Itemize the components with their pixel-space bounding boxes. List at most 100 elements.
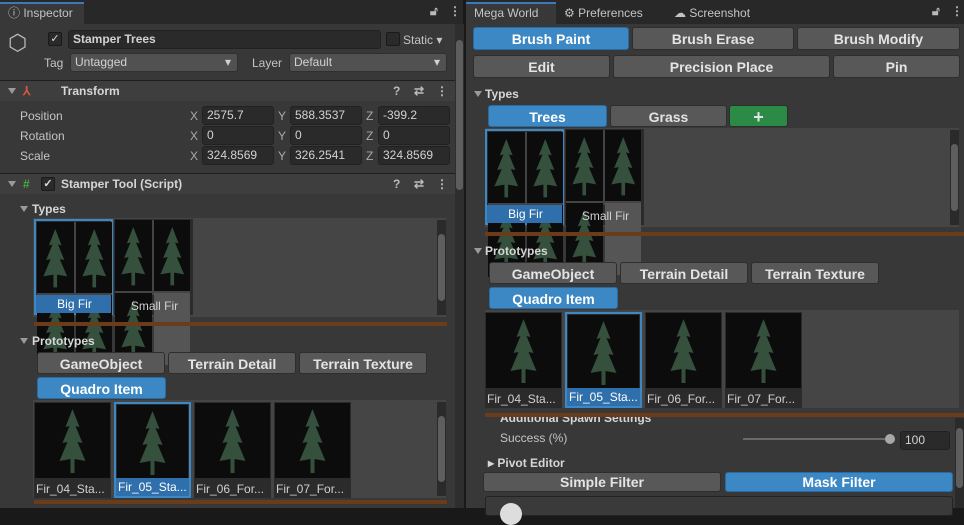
prototype-tab[interactable]: Quadro Item — [489, 287, 618, 309]
types-scrollbar[interactable] — [950, 130, 959, 225]
tag-dropdown[interactable]: Untagged ▾ — [70, 53, 238, 72]
transform-y-input[interactable]: 0 — [290, 126, 362, 145]
axis-label-x: X — [190, 129, 199, 143]
prototype-tab[interactable]: GameObject — [37, 352, 165, 374]
transform-y-input[interactable]: 326.2541 — [290, 146, 362, 165]
prototype-name: Fir_07_For... — [276, 482, 345, 496]
axis-label-z: Z — [366, 129, 374, 143]
type-name: Small Fir — [581, 209, 630, 223]
active-checkbox[interactable]: ✓ — [48, 32, 62, 46]
add-type-button[interactable]: + — [729, 105, 788, 127]
type-thumbnail[interactable]: Small Fir — [565, 129, 644, 275]
type-preview-grid — [115, 220, 190, 365]
cloud-icon: ☁ — [674, 6, 690, 20]
tab-preferences[interactable]: ⚙ Preferences — [556, 2, 643, 24]
tab-screenshot[interactable]: ☁ Screenshot — [666, 2, 750, 24]
simple-filter-tab[interactable]: Simple Filter — [483, 472, 721, 492]
transform-x-input[interactable]: 2575.7 — [202, 106, 274, 125]
fir-tree-icon — [532, 138, 557, 198]
transform-x-input[interactable]: 324.8569 — [202, 146, 274, 165]
separator — [485, 232, 964, 236]
gameobject-cube-icon[interactable]: ⬡ — [8, 30, 27, 56]
megaworld-scrollbar[interactable] — [955, 418, 964, 508]
axis-label-y: Y — [278, 109, 287, 123]
prototype-tab[interactable]: Terrain Texture — [751, 262, 879, 284]
type-thumbnail[interactable]: Small Fir — [114, 219, 193, 365]
presets-icon[interactable]: ⇄ — [414, 174, 424, 194]
tag-label: Tag — [44, 56, 64, 70]
separator — [34, 322, 447, 326]
fir-tree-icon — [750, 319, 777, 383]
inspector-scrollbar[interactable] — [455, 24, 464, 508]
stamper-tool-header[interactable]: # ✓ Stamper Tool (Script) ? ⇄ ⋮ — [0, 173, 455, 194]
slider-knob[interactable] — [885, 434, 895, 444]
transform-x-input[interactable]: 0 — [202, 126, 274, 145]
script-enabled-checkbox[interactable]: ✓ — [41, 177, 55, 191]
prototype-tab[interactable]: Terrain Texture — [299, 352, 427, 374]
success-input[interactable]: 100 — [900, 431, 950, 450]
type-preview-grid — [488, 132, 563, 277]
prototypes-label: Prototypes — [32, 334, 95, 348]
mask-filter-tab[interactable]: Mask Filter — [725, 472, 953, 492]
transform-header[interactable]: ⅄ Transform ? ⇄ ⋮ — [0, 80, 455, 101]
more-icon[interactable]: ⋮ — [436, 174, 448, 194]
prototype-thumbnail[interactable]: Fir_05_Sta... — [114, 402, 191, 498]
prototype-thumbnail[interactable]: Fir_07_For... — [274, 402, 351, 498]
prototype-tab[interactable]: Terrain Detail — [620, 262, 748, 284]
prototype-tab[interactable]: GameObject — [489, 262, 617, 284]
success-slider[interactable] — [743, 434, 895, 444]
prototype-thumbnail[interactable]: Fir_06_For... — [645, 312, 722, 408]
tool-button[interactable]: Brush Modify — [797, 27, 960, 50]
object-name-input[interactable]: Stamper Trees — [68, 30, 381, 49]
more-icon[interactable]: ⋮ — [436, 81, 448, 101]
tool-button[interactable]: Edit — [473, 55, 610, 78]
prototype-thumbnail[interactable]: Fir_07_For... — [725, 312, 802, 408]
prototypes-label: Prototypes — [485, 244, 548, 258]
tool-button[interactable]: Pin — [833, 55, 960, 78]
type-tab-trees[interactable]: Trees — [488, 105, 607, 127]
tab-mega-world[interactable]: Mega World — [466, 2, 556, 24]
static-dropdown[interactable]: Static ▾ — [403, 33, 442, 47]
transform-y-input[interactable]: 588.3537 — [290, 106, 362, 125]
type-tab-grass[interactable]: Grass — [610, 105, 727, 127]
pivot-editor-foldout[interactable]: ▸ Pivot Editor — [488, 456, 565, 470]
prototype-thumbnail[interactable]: Fir_04_Sta... — [34, 402, 111, 498]
type-preview-grid — [37, 222, 112, 367]
prototype-preview — [646, 313, 721, 388]
type-thumbnail[interactable]: Big Fir — [34, 219, 113, 367]
lock-icon[interactable]: 🔓︎ — [932, 4, 940, 19]
prototype-thumbnail[interactable]: Fir_06_For... — [194, 402, 271, 498]
prototype-thumbnail[interactable]: Fir_04_Sta... — [485, 312, 562, 408]
prototype-thumbnail[interactable]: Fir_05_Sta... — [565, 312, 642, 408]
prototypes-scrollbar[interactable] — [437, 402, 446, 496]
tool-button[interactable]: Brush Paint — [473, 27, 629, 50]
transform-z-input[interactable]: 324.8569 — [378, 146, 450, 165]
transform-z-input[interactable]: -399.2 — [378, 106, 450, 125]
layer-dropdown[interactable]: Default ▾ — [289, 53, 447, 72]
prototype-name: Fir_05_Sta... — [116, 478, 189, 496]
presets-icon[interactable]: ⇄ — [414, 81, 424, 101]
help-icon[interactable]: ? — [393, 174, 400, 194]
axis-label-x: X — [190, 109, 199, 123]
gear-icon: ⚙ — [564, 6, 579, 20]
inspector-panel: ⓘ Inspector 🔓︎ ⋮ ⬡ ✓ Stamper Trees Stati… — [0, 0, 464, 508]
tool-button[interactable]: Precision Place — [613, 55, 830, 78]
prototype-tab[interactable]: Quadro Item — [37, 377, 166, 399]
more-icon[interactable]: ⋮ — [449, 4, 461, 18]
success-label: Success (%) — [500, 431, 568, 445]
prototype-preview — [195, 403, 270, 478]
transform-z-input[interactable]: 0 — [378, 126, 450, 145]
prototype-preview — [726, 313, 801, 388]
foldout-icon — [474, 91, 482, 97]
help-icon[interactable]: ? — [393, 81, 400, 101]
tab-inspector[interactable]: ⓘ Inspector — [0, 2, 84, 24]
tool-button[interactable]: Brush Erase — [632, 27, 794, 50]
layer-label: Layer — [252, 56, 283, 70]
lock-icon[interactable]: 🔓︎ — [430, 4, 438, 19]
prototype-tab[interactable]: Terrain Detail — [168, 352, 296, 374]
static-checkbox[interactable] — [386, 32, 400, 46]
more-icon[interactable]: ⋮ — [951, 4, 963, 18]
types-scrollbar[interactable] — [437, 220, 446, 315]
prototype-name: Fir_07_For... — [727, 392, 796, 406]
type-thumbnail[interactable]: Big Fir — [485, 129, 564, 277]
